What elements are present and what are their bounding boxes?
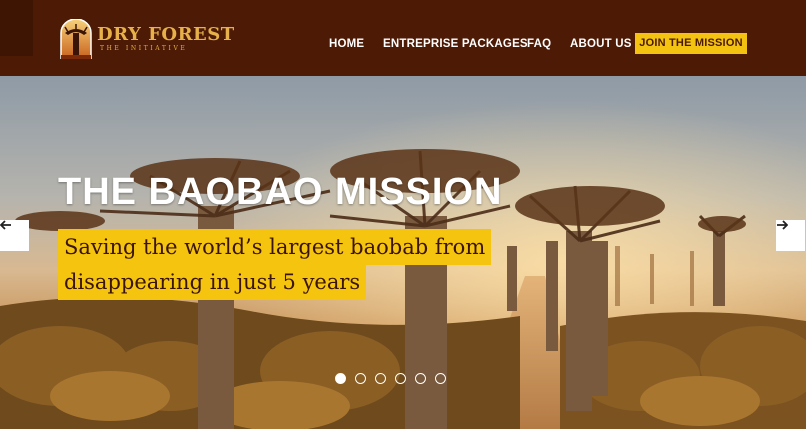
nav-item-entreprise-packages[interactable]: ENTREPRISE PACKAGES (383, 34, 528, 54)
join-the-mission-button[interactable]: JOIN THE MISSION (635, 33, 747, 54)
site-header: DRY FOREST THE INITIATIVE HOME ENTREPRIS… (0, 0, 806, 76)
hero-slider: THE BAOBAO MISSION Saving the world’s la… (0, 76, 806, 429)
slider-dot-5[interactable] (415, 373, 426, 384)
slider-next-button[interactable] (776, 220, 805, 251)
hero-subtitle-line-2: disappearing in just 5 years (58, 264, 367, 300)
slider-dot-6[interactable] (435, 373, 446, 384)
nav-item-faq[interactable]: FAQ (527, 34, 551, 54)
slider-dot-4[interactable] (395, 373, 406, 384)
slider-dot-3[interactable] (375, 373, 386, 384)
hero-subtitle-line-1: Saving the world’s largest baobab from (58, 229, 492, 265)
slider-dot-1[interactable] (335, 373, 346, 384)
arrow-left-icon (0, 220, 11, 230)
hero-title: THE BAOBAO MISSION (58, 171, 503, 213)
nav-item-about-us[interactable]: ABOUT US (570, 34, 632, 54)
arrow-right-icon (777, 220, 788, 230)
slider-dot-2[interactable] (355, 373, 366, 384)
nav-item-home[interactable]: HOME (329, 34, 364, 54)
slider-pagination (335, 373, 446, 387)
slider-prev-button[interactable] (0, 220, 29, 251)
